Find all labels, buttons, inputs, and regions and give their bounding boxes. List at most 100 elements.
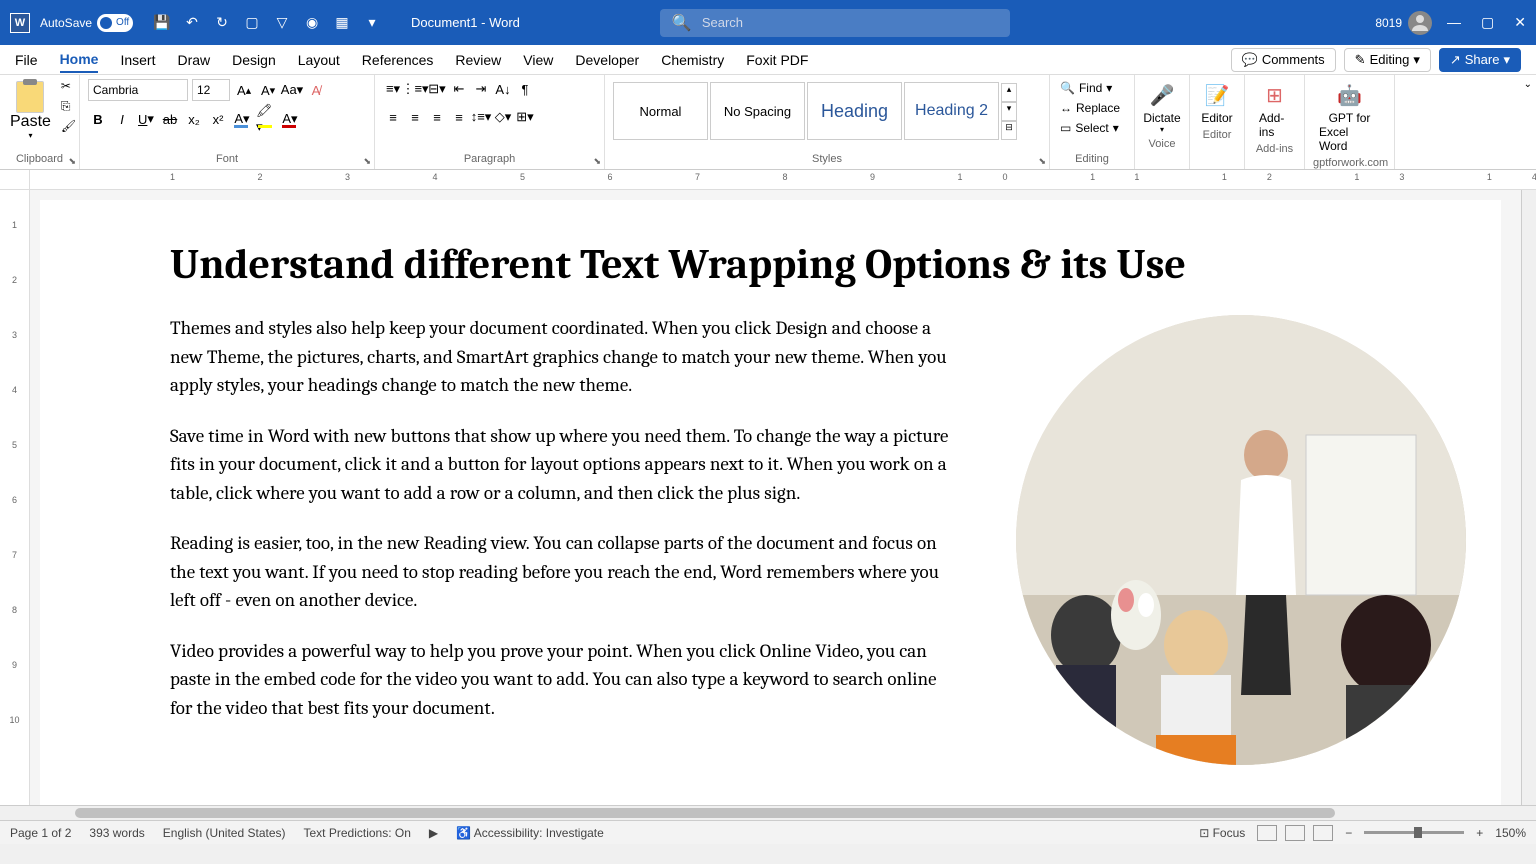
underline-icon[interactable]: U▾ bbox=[136, 109, 156, 129]
save-icon[interactable]: 💾 bbox=[153, 14, 171, 32]
dictate-button[interactable]: 🎤 Dictate ▾ bbox=[1143, 79, 1181, 136]
borders-icon[interactable]: ⊞▾ bbox=[515, 107, 535, 127]
minimize-icon[interactable]: — bbox=[1447, 14, 1461, 31]
font-size-select[interactable] bbox=[192, 79, 230, 101]
clear-format-icon[interactable]: A̸ bbox=[306, 80, 326, 100]
qat-icon2[interactable]: ◉ bbox=[303, 14, 321, 32]
strikethrough-icon[interactable]: ab bbox=[160, 109, 180, 129]
tab-developer[interactable]: Developer bbox=[575, 48, 639, 72]
cut-icon[interactable]: ✂ bbox=[61, 79, 79, 97]
tab-references[interactable]: References bbox=[362, 48, 434, 72]
align-right-icon[interactable]: ≡ bbox=[427, 107, 447, 127]
tab-insert[interactable]: Insert bbox=[120, 48, 155, 72]
user-badge[interactable]: 8019 bbox=[1375, 11, 1432, 35]
numbering-icon[interactable]: ⋮≡▾ bbox=[405, 79, 425, 99]
search-input[interactable] bbox=[702, 15, 998, 30]
comments-button[interactable]: 💬 Comments bbox=[1231, 48, 1336, 72]
search-box[interactable]: 🔍 bbox=[660, 9, 1010, 37]
style-heading2[interactable]: Heading 2 bbox=[904, 82, 999, 140]
autosave-toggle[interactable]: AutoSave Off bbox=[40, 14, 133, 32]
undo-icon[interactable]: ↶ bbox=[183, 14, 201, 32]
maximize-icon[interactable]: ▢ bbox=[1481, 14, 1494, 31]
font-name-select[interactable] bbox=[88, 79, 188, 101]
select-button[interactable]: ▭ Select▾ bbox=[1058, 119, 1122, 137]
shrink-font-icon[interactable]: A▾ bbox=[258, 80, 278, 100]
language-status[interactable]: English (United States) bbox=[163, 826, 286, 840]
tab-review[interactable]: Review bbox=[455, 48, 501, 72]
accessibility-status[interactable]: ♿ Accessibility: Investigate bbox=[456, 826, 604, 840]
web-layout-icon[interactable] bbox=[1313, 825, 1333, 841]
styles-more-icon[interactable]: ⊟ bbox=[1001, 121, 1017, 140]
decrease-indent-icon[interactable]: ⇤ bbox=[449, 79, 469, 99]
tab-view[interactable]: View bbox=[523, 48, 553, 72]
tab-layout[interactable]: Layout bbox=[298, 48, 340, 72]
justify-icon[interactable]: ≡ bbox=[449, 107, 469, 127]
gpt-button[interactable]: 🤖 GPT for Excel Word bbox=[1313, 79, 1386, 155]
align-center-icon[interactable]: ≡ bbox=[405, 107, 425, 127]
styles-up-icon[interactable]: ▴ bbox=[1001, 83, 1017, 102]
filter-icon[interactable]: ▽ bbox=[273, 14, 291, 32]
zoom-in-icon[interactable]: + bbox=[1476, 826, 1483, 840]
style-normal[interactable]: Normal bbox=[613, 82, 708, 140]
print-layout-icon[interactable] bbox=[1285, 825, 1305, 841]
tab-foxit[interactable]: Foxit PDF bbox=[746, 48, 808, 72]
font-color-icon[interactable]: A▾ bbox=[280, 109, 300, 129]
vertical-ruler[interactable]: 12345678910 bbox=[0, 190, 30, 805]
redo-icon[interactable]: ↻ bbox=[213, 14, 231, 32]
align-left-icon[interactable]: ≡ bbox=[383, 107, 403, 127]
macro-icon[interactable]: ▶ bbox=[429, 826, 438, 840]
copy-icon[interactable]: ⎘ bbox=[61, 99, 79, 117]
styles-dialog-launcher[interactable]: ⬊ bbox=[1038, 156, 1046, 167]
style-no-spacing[interactable]: No Spacing bbox=[710, 82, 805, 140]
zoom-out-icon[interactable]: − bbox=[1345, 826, 1352, 840]
style-heading1[interactable]: Heading bbox=[807, 82, 902, 140]
line-spacing-icon[interactable]: ↕≡▾ bbox=[471, 107, 491, 127]
close-icon[interactable]: ✕ bbox=[1514, 14, 1526, 31]
subscript-icon[interactable]: x₂ bbox=[184, 109, 204, 129]
zoom-slider[interactable] bbox=[1364, 831, 1464, 834]
share-button[interactable]: ↗ Share ▾ bbox=[1439, 48, 1521, 72]
replace-button[interactable]: ↔ Replace bbox=[1058, 99, 1122, 117]
tab-draw[interactable]: Draw bbox=[177, 48, 210, 72]
addins-button[interactable]: ⊞ Add-ins bbox=[1253, 79, 1296, 141]
text-effects-icon[interactable]: A▾ bbox=[232, 109, 252, 129]
qat-icon[interactable]: ▢ bbox=[243, 14, 261, 32]
tab-home[interactable]: Home bbox=[60, 47, 99, 73]
clipboard-dialog-launcher[interactable]: ⬊ bbox=[68, 156, 76, 167]
multilevel-icon[interactable]: ⊟▾ bbox=[427, 79, 447, 99]
styles-down-icon[interactable]: ▾ bbox=[1001, 102, 1017, 121]
show-marks-icon[interactable]: ¶ bbox=[515, 79, 535, 99]
read-mode-icon[interactable] bbox=[1257, 825, 1277, 841]
vertical-scrollbar[interactable] bbox=[1521, 190, 1536, 805]
format-painter-icon[interactable]: 🖌 bbox=[61, 119, 79, 137]
find-button[interactable]: 🔍 Find ▾ bbox=[1058, 79, 1122, 97]
horizontal-scrollbar[interactable] bbox=[0, 805, 1536, 820]
document-page[interactable]: Understand different Text Wrapping Optio… bbox=[40, 200, 1501, 805]
qat-more-icon[interactable]: ▾ bbox=[363, 14, 381, 32]
paragraph-dialog-launcher[interactable]: ⬊ bbox=[593, 156, 601, 167]
editor-button[interactable]: 📝 Editor bbox=[1198, 79, 1236, 127]
italic-icon[interactable]: I bbox=[112, 109, 132, 129]
bold-icon[interactable]: B bbox=[88, 109, 108, 129]
change-case-icon[interactable]: Aa▾ bbox=[282, 80, 302, 100]
word-count[interactable]: 393 words bbox=[89, 826, 144, 840]
superscript-icon[interactable]: x² bbox=[208, 109, 228, 129]
focus-mode[interactable]: ⊡ Focus bbox=[1199, 826, 1245, 840]
horizontal-ruler[interactable]: 1 2 3 4 5 6 7 8 9 10 11 12 13 14 15 16 1… bbox=[0, 170, 1536, 190]
tab-chemistry[interactable]: Chemistry bbox=[661, 48, 724, 72]
text-predictions-status[interactable]: Text Predictions: On bbox=[304, 826, 411, 840]
grow-font-icon[interactable]: A▴ bbox=[234, 80, 254, 100]
collapse-ribbon-icon[interactable]: ⌄ bbox=[1520, 75, 1536, 169]
paste-button[interactable]: Paste ▾ bbox=[8, 79, 53, 142]
page-count[interactable]: Page 1 of 2 bbox=[10, 826, 71, 840]
shading-icon[interactable]: ◇▾ bbox=[493, 107, 513, 127]
wrapped-image[interactable] bbox=[1016, 315, 1466, 765]
bullets-icon[interactable]: ≡▾ bbox=[383, 79, 403, 99]
sort-icon[interactable]: A↓ bbox=[493, 79, 513, 99]
editing-mode-button[interactable]: ✎ Editing ▾ bbox=[1344, 48, 1431, 72]
font-dialog-launcher[interactable]: ⬊ bbox=[363, 156, 371, 167]
increase-indent-icon[interactable]: ⇥ bbox=[471, 79, 491, 99]
tab-file[interactable]: File bbox=[15, 48, 38, 72]
zoom-level[interactable]: 150% bbox=[1495, 826, 1526, 840]
tab-design[interactable]: Design bbox=[232, 48, 276, 72]
